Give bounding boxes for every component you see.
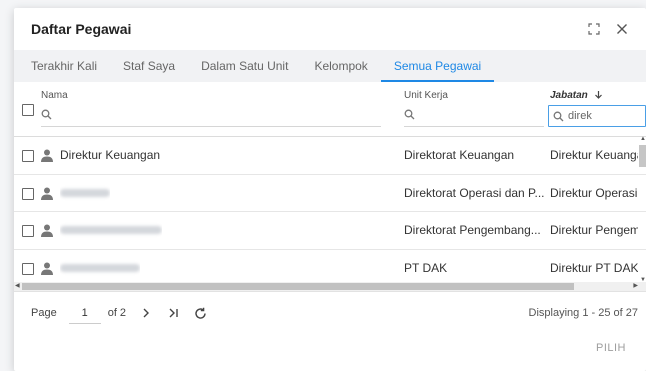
- page-label: Page: [31, 307, 57, 319]
- tab-semua-pegawai[interactable]: Semua Pegawai: [380, 50, 495, 82]
- display-info: Displaying 1 - 25 of 27: [528, 307, 638, 319]
- column-header-unit-kerja[interactable]: Unit Kerja: [404, 90, 448, 101]
- horizontal-scroll-thumb[interactable]: [22, 283, 574, 290]
- column-header-jabatan[interactable]: Jabatan: [550, 90, 603, 101]
- pagination-bar: Page 1 of 2 Displaying 1 - 25 of 27: [14, 292, 646, 334]
- table-row[interactable]: Direktur Keuangan Direktorat Keuangan Di…: [14, 137, 646, 175]
- maximize-icon[interactable]: [582, 17, 606, 41]
- jabatan-cell: Direktur Pengem: [550, 223, 638, 238]
- search-icon: [41, 109, 52, 123]
- select-all-checkbox[interactable]: [22, 104, 34, 116]
- grid-header: Nama Unit Kerja Jabatan direk: [14, 82, 646, 137]
- sort-desc-icon: [594, 91, 602, 99]
- tab-dalam-satu-unit[interactable]: Dalam Satu Unit: [188, 50, 301, 82]
- row-checkbox[interactable]: [22, 187, 34, 200]
- jabatan-cell: Direktur Keuanga: [550, 148, 638, 163]
- row-checkbox[interactable]: [22, 225, 34, 237]
- close-icon[interactable]: [610, 17, 634, 41]
- dialog-header: Daftar Pegawai: [14, 8, 646, 50]
- jabatan-cell: Direktur Operasi: [550, 185, 638, 200]
- search-icon: [553, 111, 564, 121]
- jabatan-filter-input[interactable]: direk: [548, 105, 646, 127]
- search-icon: [404, 109, 415, 123]
- row-checkbox[interactable]: [22, 262, 34, 275]
- unit-filter-input[interactable]: [404, 105, 544, 127]
- employee-name-redacted: [60, 175, 110, 212]
- jabatan-label: Jabatan: [550, 90, 588, 101]
- employee-dialog: Daftar Pegawai Terakhir Kali Staf Saya D…: [14, 8, 646, 371]
- employee-name: Direktur Keuangan: [60, 148, 161, 163]
- unit-kerja-cell: Direktorat Keuangan: [404, 148, 515, 163]
- row-checkbox[interactable]: [22, 150, 34, 162]
- user-avatar-icon: [41, 262, 53, 275]
- jabatan-filter-value: direk: [568, 110, 592, 122]
- user-avatar-icon: [41, 224, 53, 237]
- table-row[interactable]: Direktorat Pengembang... Direktur Pengem: [14, 212, 646, 250]
- column-header-nama[interactable]: Nama: [41, 90, 68, 101]
- vertical-scroll-thumb[interactable]: [639, 145, 646, 167]
- page-total: of 2: [107, 307, 127, 319]
- nama-filter-input[interactable]: [41, 105, 381, 127]
- scroll-up-arrow-icon[interactable]: ▲: [640, 135, 646, 144]
- vertical-scrollbar[interactable]: ▲ ▼: [639, 135, 646, 283]
- refresh-icon[interactable]: [189, 302, 211, 324]
- next-page-icon[interactable]: [135, 302, 157, 324]
- employee-grid: Nama Unit Kerja Jabatan direk Direktur K…: [14, 82, 646, 292]
- tab-kelompok[interactable]: Kelompok: [301, 50, 380, 82]
- user-avatar-icon: [41, 187, 53, 200]
- tab-terakhir-kali[interactable]: Terakhir Kali: [18, 50, 110, 82]
- last-page-icon[interactable]: [162, 302, 184, 324]
- page-number-input[interactable]: 1: [68, 302, 101, 324]
- scroll-left-arrow-icon[interactable]: ◀: [15, 282, 20, 291]
- user-avatar-icon: [41, 149, 53, 162]
- horizontal-scrollbar[interactable]: ◀ ▶: [14, 282, 646, 291]
- scroll-right-arrow-icon[interactable]: ▶: [633, 282, 638, 291]
- tab-bar: Terakhir Kali Staf Saya Dalam Satu Unit …: [14, 50, 646, 82]
- dialog-footer: PILIH: [584, 333, 638, 363]
- unit-kerja-cell: Direktorat Operasi dan P...: [404, 185, 544, 200]
- unit-kerja-cell: Direktorat Pengembang...: [404, 223, 541, 238]
- table-row[interactable]: Direktorat Operasi dan P... Direktur Ope…: [14, 175, 646, 212]
- tab-staf-saya[interactable]: Staf Saya: [110, 50, 188, 82]
- employee-name-redacted: [60, 212, 162, 249]
- pilih-button[interactable]: PILIH: [584, 333, 638, 363]
- dialog-title: Daftar Pegawai: [31, 21, 132, 37]
